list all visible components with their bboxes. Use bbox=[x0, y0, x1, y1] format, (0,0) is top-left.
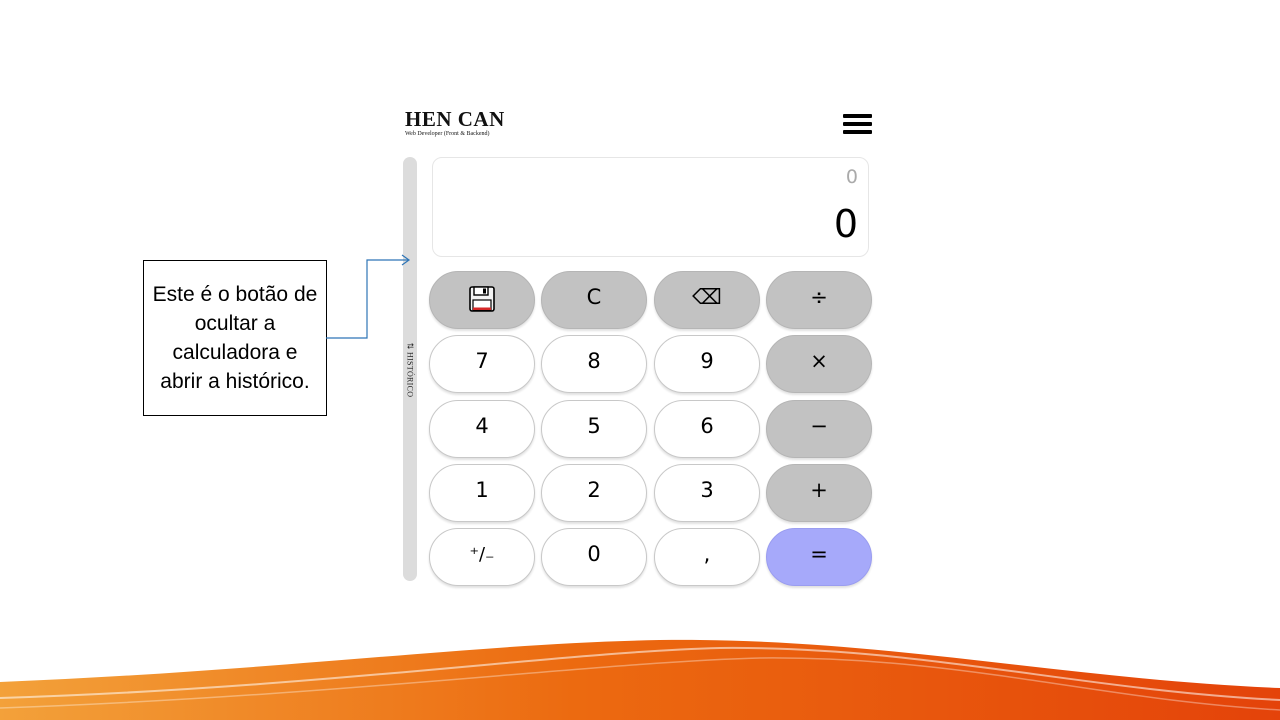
two-key-label: 2 bbox=[587, 478, 601, 502]
history-toggle-label: ⇅ HISTÓRICO bbox=[405, 342, 415, 398]
brand-name: HEN CAN bbox=[405, 107, 505, 131]
hamburger-menu-icon[interactable] bbox=[843, 114, 872, 134]
five-key[interactable]: 5 bbox=[541, 400, 647, 458]
clear-key-label: C bbox=[586, 285, 602, 309]
multiply-key[interactable]: × bbox=[766, 335, 872, 393]
six-key-label: 6 bbox=[700, 414, 714, 438]
divide-key-label: ÷ bbox=[810, 285, 828, 309]
display-value: 0 bbox=[833, 202, 858, 246]
backspace-key[interactable]: ⌫ bbox=[654, 271, 760, 329]
seven-key[interactable]: 7 bbox=[429, 335, 535, 393]
display-expression: 0 bbox=[845, 166, 858, 188]
brand-logo: HEN CAN Web Developer (Front & Backend) bbox=[405, 108, 505, 138]
annotation-text: Este é o botão de ocultar a calculadora … bbox=[152, 283, 318, 393]
brand-subtitle: Web Developer (Front & Backend) bbox=[405, 131, 490, 137]
subtract-key-label: − bbox=[810, 414, 828, 438]
subtract-key[interactable]: − bbox=[766, 400, 872, 458]
two-key[interactable]: 2 bbox=[541, 464, 647, 522]
equals-key-label: = bbox=[810, 542, 828, 566]
one-key[interactable]: 1 bbox=[429, 464, 535, 522]
eight-key[interactable]: 8 bbox=[541, 335, 647, 393]
four-key-label: 4 bbox=[475, 414, 489, 438]
one-key-label: 1 bbox=[475, 478, 489, 502]
seven-key-label: 7 bbox=[475, 349, 489, 373]
annotation-callout: Este é o botão de ocultar a calculadora … bbox=[143, 260, 327, 416]
decimal-key[interactable]: , bbox=[654, 528, 760, 586]
zero-key-label: 0 bbox=[587, 542, 601, 566]
zero-key[interactable]: 0 bbox=[541, 528, 647, 586]
negate-key-label: ⁺/₋ bbox=[469, 543, 495, 565]
save-key[interactable] bbox=[429, 271, 535, 329]
decimal-key-label: , bbox=[703, 542, 711, 566]
divide-key[interactable]: ÷ bbox=[766, 271, 872, 329]
calculator-display: 0 0 bbox=[432, 157, 869, 257]
six-key[interactable]: 6 bbox=[654, 400, 760, 458]
eight-key-label: 8 bbox=[587, 349, 601, 373]
annotation-connector-arrow bbox=[326, 254, 411, 339]
negate-key[interactable]: ⁺/₋ bbox=[429, 528, 535, 586]
add-key[interactable]: + bbox=[766, 464, 872, 522]
three-key-label: 3 bbox=[700, 478, 714, 502]
floppy-disk-icon bbox=[469, 286, 495, 312]
four-key[interactable]: 4 bbox=[429, 400, 535, 458]
decorative-orange-wave bbox=[0, 639, 1280, 720]
nine-key[interactable]: 9 bbox=[654, 335, 760, 393]
three-key[interactable]: 3 bbox=[654, 464, 760, 522]
add-key-label: + bbox=[810, 478, 828, 502]
backspace-key-label: ⌫ bbox=[692, 285, 722, 309]
equals-key[interactable]: = bbox=[766, 528, 872, 586]
clear-key[interactable]: C bbox=[541, 271, 647, 329]
five-key-label: 5 bbox=[587, 414, 601, 438]
multiply-key-label: × bbox=[810, 349, 828, 373]
nine-key-label: 9 bbox=[700, 349, 714, 373]
